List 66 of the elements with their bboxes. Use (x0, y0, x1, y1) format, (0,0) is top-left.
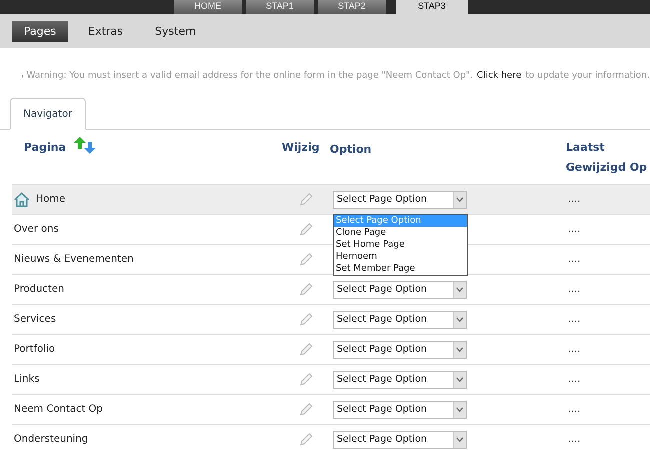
page-name: Ondersteuning (14, 434, 88, 445)
pencil-icon[interactable] (298, 372, 314, 388)
last-modified: ···· (568, 227, 581, 238)
column-header: Laatst Gewijzigd Op (566, 140, 648, 176)
table-row[interactable]: Links Select Page Option ···· (12, 365, 650, 395)
table-row[interactable]: Neem Contact Op Select Page Option ···· (12, 395, 650, 425)
caret-icon (456, 196, 464, 202)
page-option-select[interactable]: Select Page Option (333, 280, 467, 298)
pencil-icon[interactable] (298, 402, 314, 418)
sub-tab[interactable]: Extras (76, 20, 136, 42)
top-tab[interactable]: HOME (174, 0, 242, 14)
sub-tab[interactable]: Pages (12, 20, 68, 42)
pencil-icon[interactable] (298, 312, 314, 328)
last-modified: ···· (568, 377, 581, 388)
page-name: Nieuws & Evenementen (14, 254, 134, 265)
last-modified: ···· (568, 197, 581, 208)
page-name: Home (36, 194, 66, 205)
page-option-select[interactable]: Select Page Option (333, 400, 467, 418)
caret-icon (456, 286, 464, 292)
click-here-link[interactable]: Click here (477, 71, 522, 81)
page-name: Portfolio (14, 344, 56, 355)
caret-icon (456, 316, 464, 322)
last-modified: ···· (568, 347, 581, 358)
pencil-icon[interactable] (298, 252, 314, 268)
last-modified: ···· (568, 317, 581, 328)
caret-icon (456, 376, 464, 382)
top-tab[interactable]: STAP2 (318, 0, 386, 14)
table-row[interactable]: Services Select Page Option ···· (12, 305, 650, 335)
caret-icon (456, 346, 464, 352)
pencil-icon[interactable] (298, 432, 314, 448)
table-row[interactable]: Producten Select Page Option ···· (12, 275, 650, 305)
page-name: Over ons (14, 224, 59, 235)
column-header: Wijzig (282, 140, 320, 156)
warning-text: to update your information. (526, 71, 650, 81)
caret-icon (456, 436, 464, 442)
page-option-select[interactable]: Select Page Option (333, 310, 467, 328)
column-header: Option (330, 143, 372, 156)
table-row[interactable]: Portfolio Select Page Option ···· (12, 335, 650, 365)
last-modified: ···· (568, 257, 581, 268)
caret-icon (456, 406, 464, 412)
page-name: Neem Contact Op (14, 404, 104, 415)
pencil-icon[interactable] (298, 192, 314, 208)
page-option-select[interactable]: Select Page Option (333, 340, 467, 358)
dropdown-option[interactable]: Hernoem (334, 250, 467, 262)
page-option-select[interactable]: Select Page Option (333, 370, 467, 388)
table-row[interactable]: Ondersteuning Select Page Option ···· (12, 425, 650, 450)
last-modified: ···· (568, 437, 581, 448)
page-option-select[interactable]: Select Page Option (333, 430, 467, 448)
pencil-icon[interactable] (298, 342, 314, 358)
sub-tab[interactable]: System (143, 20, 208, 42)
pencil-icon[interactable] (298, 282, 314, 298)
navigator-tab[interactable]: Navigator (10, 98, 86, 130)
sort-arrows-icon[interactable] (72, 136, 98, 156)
dropdown-option[interactable]: Clone Page (334, 226, 467, 238)
page-name: Services (14, 314, 56, 325)
page-option-select[interactable]: Select Page Option (333, 190, 467, 208)
top-tab[interactable]: STAP3 (396, 0, 468, 14)
last-modified: ···· (568, 287, 581, 298)
pencil-icon[interactable] (298, 222, 314, 238)
column-header[interactable]: Pagina (24, 138, 66, 158)
dropdown-option[interactable]: Set Member Page (334, 262, 467, 274)
last-modified: ···· (568, 407, 581, 418)
warning-text: Warning: You must insert a valid email address for the online form in the page "Neem Contact Op". (26, 71, 474, 81)
page-name: Links (14, 374, 40, 385)
top-tab[interactable]: STAP1 (246, 0, 314, 14)
page-name: Producten (14, 284, 64, 295)
